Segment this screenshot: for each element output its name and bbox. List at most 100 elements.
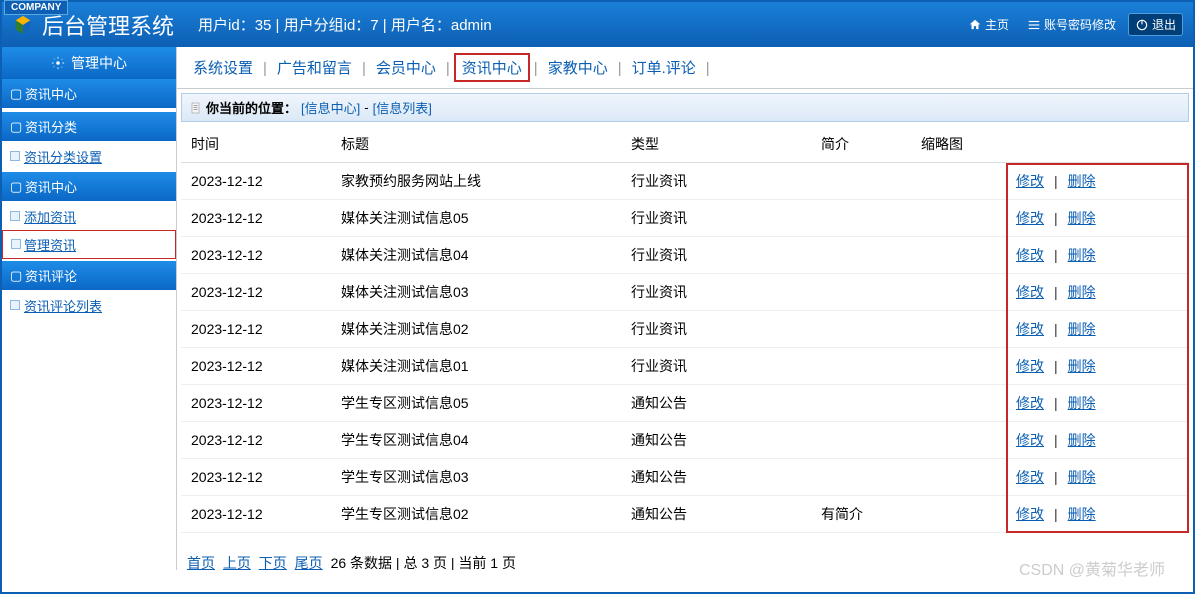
topnav-item[interactable]: 资讯中心 — [454, 53, 530, 82]
action-sep: | — [1044, 395, 1068, 411]
section-header[interactable]: ▢资讯评论 — [2, 261, 176, 290]
main-area: 系统设置|广告和留言|会员中心|资讯中心|家教中心|订单.评论| 你当前的位置：… — [177, 47, 1193, 570]
user-info: 用户id：35 | 用户分组id：7 | 用户名：admin — [198, 14, 492, 35]
th-time: 时间 — [181, 126, 331, 163]
cell-title: 媒体关注测试信息01 — [331, 348, 621, 385]
delete-link[interactable]: 删除 — [1068, 395, 1096, 411]
topnav-item[interactable]: 广告和留言 — [271, 55, 358, 80]
action-sep: | — [1044, 321, 1068, 337]
cell-intro — [811, 237, 911, 274]
cell-thumb — [911, 163, 1006, 200]
cell-time: 2023-12-12 — [181, 163, 331, 200]
doc-icon — [190, 101, 202, 115]
cell-intro — [811, 459, 911, 496]
th-intro: 简介 — [811, 126, 911, 163]
delete-link[interactable]: 删除 — [1068, 284, 1096, 300]
table-row: 2023-12-12媒体关注测试信息04行业资讯修改|删除 — [181, 237, 1189, 274]
delete-link[interactable]: 删除 — [1068, 469, 1096, 485]
table-row: 2023-12-12学生专区测试信息05通知公告修改|删除 — [181, 385, 1189, 422]
section-header[interactable]: ▢资讯中心 — [2, 79, 176, 108]
cell-intro — [811, 200, 911, 237]
delete-link[interactable]: 删除 — [1068, 210, 1096, 226]
edit-link[interactable]: 修改 — [1016, 395, 1044, 411]
cell-time: 2023-12-12 — [181, 385, 331, 422]
cell-title: 学生专区测试信息02 — [331, 496, 621, 533]
cell-intro: 有简介 — [811, 496, 911, 533]
table-row: 2023-12-12媒体关注测试信息02行业资讯修改|删除 — [181, 311, 1189, 348]
section-title: 资讯中心 — [25, 177, 77, 196]
pwd-button[interactable]: 账号密码修改 — [1021, 14, 1122, 35]
delete-link[interactable]: 删除 — [1068, 321, 1096, 337]
topnav-item[interactable]: 订单.评论 — [626, 55, 702, 80]
delete-link[interactable]: 删除 — [1068, 247, 1096, 263]
cell-time: 2023-12-12 — [181, 459, 331, 496]
cell-thumb — [911, 496, 1006, 533]
action-sep: | — [1044, 210, 1068, 226]
menu-item[interactable]: 资讯评论列表 — [2, 292, 176, 319]
pwd-label: 账号密码修改 — [1044, 16, 1116, 33]
cell-thumb — [911, 422, 1006, 459]
gear-icon — [51, 56, 65, 70]
cell-type: 通知公告 — [621, 459, 811, 496]
delete-link[interactable]: 删除 — [1068, 173, 1096, 189]
dash-icon: ▢ — [10, 179, 20, 195]
menu-item[interactable]: 资讯分类设置 — [2, 143, 176, 170]
cell-title: 学生专区测试信息03 — [331, 459, 621, 496]
edit-link[interactable]: 修改 — [1016, 173, 1044, 189]
company-tag: COMPANY — [4, 0, 68, 15]
cell-intro — [811, 163, 911, 200]
page-last[interactable]: 尾页 — [295, 555, 323, 570]
cell-intro — [811, 422, 911, 459]
cell-thumb — [911, 459, 1006, 496]
cell-actions: 修改|删除 — [1006, 422, 1189, 459]
cell-type: 通知公告 — [621, 496, 811, 533]
edit-link[interactable]: 修改 — [1016, 284, 1044, 300]
cell-time: 2023-12-12 — [181, 200, 331, 237]
nav-separator: | — [702, 60, 714, 77]
edit-link[interactable]: 修改 — [1016, 210, 1044, 226]
menu-item[interactable]: 添加资讯 — [2, 203, 176, 230]
bc-dash: - — [364, 100, 368, 115]
delete-link[interactable]: 删除 — [1068, 506, 1096, 522]
section-header[interactable]: ▢资讯分类 — [2, 112, 176, 141]
topnav-item[interactable]: 系统设置 — [187, 55, 259, 80]
delete-link[interactable]: 删除 — [1068, 358, 1096, 374]
edit-link[interactable]: 修改 — [1016, 358, 1044, 374]
action-sep: | — [1044, 173, 1068, 189]
topnav-item[interactable]: 会员中心 — [370, 55, 442, 80]
nav-separator: | — [530, 60, 542, 77]
edit-link[interactable]: 修改 — [1016, 432, 1044, 448]
cell-thumb — [911, 200, 1006, 237]
menu-item[interactable]: 管理资讯 — [2, 230, 176, 259]
th-type: 类型 — [621, 126, 811, 163]
cell-actions: 修改|删除 — [1006, 200, 1189, 237]
cell-intro — [811, 274, 911, 311]
delete-link[interactable]: 删除 — [1068, 432, 1096, 448]
action-sep: | — [1044, 358, 1068, 374]
cell-time: 2023-12-12 — [181, 422, 331, 459]
table-row: 2023-12-12媒体关注测试信息05行业资讯修改|删除 — [181, 200, 1189, 237]
page-prev[interactable]: 上页 — [223, 555, 251, 570]
page-summary: 26 条数据 | 总 3 页 | 当前 1 页 — [331, 555, 516, 570]
cell-actions: 修改|删除 — [1006, 274, 1189, 311]
edit-link[interactable]: 修改 — [1016, 247, 1044, 263]
exit-button[interactable]: 退出 — [1128, 13, 1183, 36]
exit-label: 退出 — [1152, 16, 1176, 33]
cell-actions: 修改|删除 — [1006, 385, 1189, 422]
edit-link[interactable]: 修改 — [1016, 321, 1044, 337]
page-next[interactable]: 下页 — [259, 555, 287, 570]
page-first[interactable]: 首页 — [187, 555, 215, 570]
table-row: 2023-12-12学生专区测试信息02通知公告有简介修改|删除 — [181, 496, 1189, 533]
topnav-item[interactable]: 家教中心 — [542, 55, 614, 80]
section-title: 资讯中心 — [25, 84, 77, 103]
cell-type: 行业资讯 — [621, 274, 811, 311]
bc-link-1[interactable]: [信息中心] — [301, 98, 360, 117]
bc-link-2[interactable]: [信息列表] — [373, 98, 432, 117]
edit-link[interactable]: 修改 — [1016, 469, 1044, 485]
dash-icon: ▢ — [10, 268, 20, 284]
edit-link[interactable]: 修改 — [1016, 506, 1044, 522]
th-actions — [1006, 126, 1189, 163]
home-button[interactable]: 主页 — [962, 14, 1015, 35]
th-title: 标题 — [331, 126, 621, 163]
section-header[interactable]: ▢ 资讯中心 — [2, 172, 176, 201]
